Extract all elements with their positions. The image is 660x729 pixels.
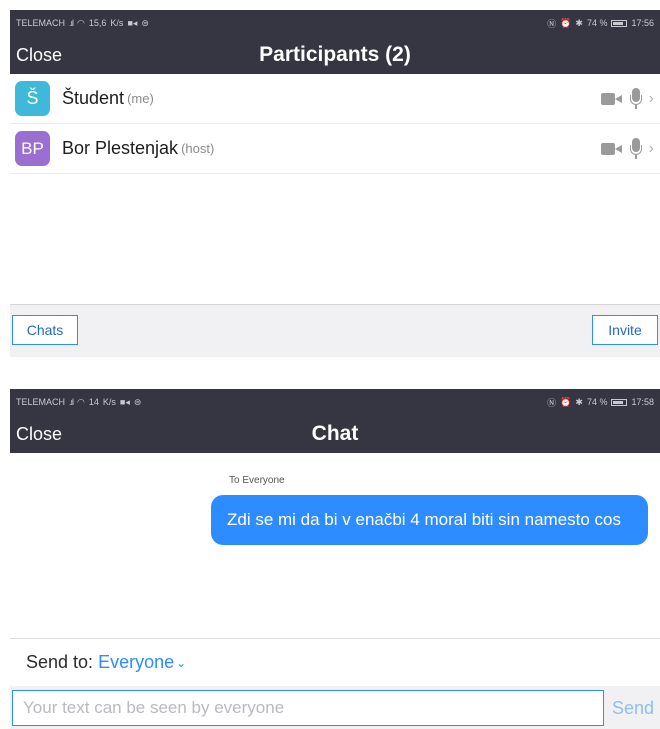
nfc-icon: Ⓝ [547,18,557,29]
participant-role: (me) [127,91,154,106]
participant-role: (host) [181,141,215,156]
participant-list: Š Študent (me) › BP Bor Plestenjak (host… [10,74,660,174]
notification-icon: ⊜ [141,17,149,28]
video-camera-icon [600,142,623,156]
bluetooth-icon: ✱ [575,17,583,28]
notification-icon: ⊜ [133,396,142,407]
wifi-icon: ◠ [77,396,85,407]
signal-icon: .ıl [69,18,74,28]
wifi-icon: ◠ [77,17,85,28]
send-button[interactable]: Send [612,698,654,719]
carrier-label: TELEMACH [16,18,66,28]
alarm-icon: ⏰ [560,396,572,407]
participant-row[interactable]: BP Bor Plestenjak (host) › [10,124,660,174]
participants-footer: Chats Invite [10,304,660,357]
send-to-row: Send to: Everyone ⌄ [10,638,660,686]
video-status-icon: ■◂ [127,17,138,28]
nfc-icon: Ⓝ [547,397,557,408]
chevron-right-icon: › [648,89,654,107]
network-speed-value: 15,6 [88,18,107,28]
send-to-label: Send to: [26,652,94,672]
participant-row[interactable]: Š Študent (me) › [10,74,660,124]
page-title: Participants (2) [259,43,411,66]
battery-percent: 74 % [586,18,608,28]
avatar: Š [15,81,50,116]
alarm-icon: ⏰ [560,17,572,28]
chat-message-area: To Everyone Zdi se mi da bi v enačbi 4 m… [10,453,660,629]
clock: 17:56 [631,18,654,28]
participant-name: Študent [62,88,125,108]
close-button[interactable]: Close [16,45,62,66]
battery-icon [611,398,628,406]
bluetooth-icon: ✱ [575,396,583,407]
chat-screen: TELEMACH .ıl ◠ 14 K/s ■◂ ⊜ Ⓝ ⏰ ✱ 74 % 17… [10,389,660,729]
network-speed-value: 14 [88,397,99,407]
status-bar: TELEMACH .ıl ◠ 14 K/s ■◂ ⊜ Ⓝ ⏰ ✱ 74 % 17… [10,389,660,415]
message-recipient-label: To Everyone [229,475,285,486]
video-camera-icon [600,92,623,106]
network-speed-unit: K/s [110,18,124,28]
carrier-label: TELEMACH [16,397,66,407]
chat-nav-bar: Close Chat [10,415,660,453]
network-speed-unit: K/s [102,397,116,407]
participant-name: Bor Plestenjak [62,138,179,158]
invite-button[interactable]: Invite [592,315,658,345]
microphone-icon [629,137,642,160]
status-bar: TELEMACH .ıl ◠ 15,6 K/s ■◂ ⊜ Ⓝ ⏰ ✱ 74 % … [10,10,660,36]
video-status-icon: ■◂ [119,396,130,407]
signal-icon: .ıl [69,397,74,407]
microphone-icon [629,87,642,110]
page-title: Chat [311,422,359,445]
participants-nav-bar: Close Participants (2) [10,36,660,74]
chevron-right-icon: › [648,139,654,157]
close-button[interactable]: Close [16,424,62,445]
send-to-selector[interactable]: Everyone [98,652,174,673]
battery-icon [611,19,628,27]
chats-button[interactable]: Chats [12,315,78,345]
avatar: BP [15,131,50,166]
message-bubble: Zdi se mi da bi v enačbi 4 moral biti si… [211,495,648,545]
clock: 17:58 [631,397,654,407]
message-input-row: Send [10,686,660,729]
message-input[interactable] [12,690,604,726]
participants-screen: TELEMACH .ıl ◠ 15,6 K/s ■◂ ⊜ Ⓝ ⏰ ✱ 74 % … [10,10,660,357]
battery-percent: 74 % [586,397,608,407]
chevron-down-icon[interactable]: ⌄ [176,656,186,670]
